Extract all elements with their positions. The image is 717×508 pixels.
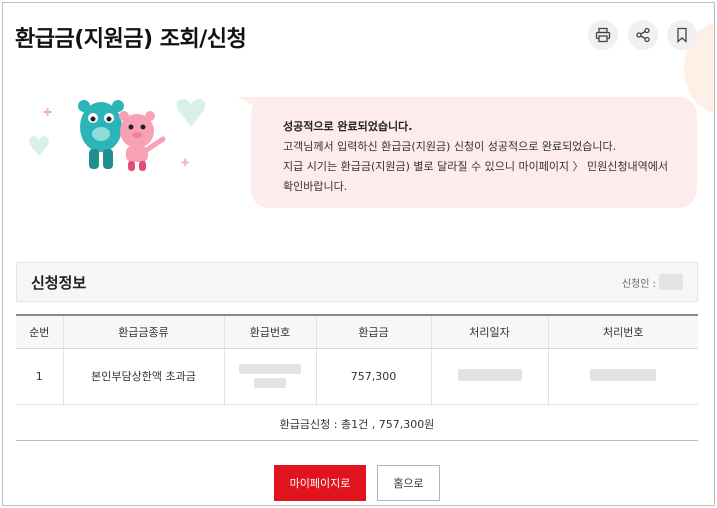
- table-row: 1 본인부담상한액 초과금 757,300: [16, 348, 698, 405]
- column-header: 순번: [16, 314, 63, 349]
- applicant-name-redacted: [659, 274, 683, 290]
- refund-number-redacted: [223, 348, 316, 405]
- printer-icon: [595, 27, 611, 43]
- refund-summary: 환급금신청 : 총1건 , 757,300원: [16, 407, 698, 441]
- success-message-line: 확인바랍니다.: [283, 180, 348, 193]
- processed-date-redacted: [430, 348, 548, 405]
- column-header: 환급금: [315, 314, 431, 349]
- applicant-info: 신청인 :: [622, 274, 683, 290]
- home-button[interactable]: 홈으로: [377, 465, 440, 501]
- column-header: 처리번호: [547, 314, 698, 349]
- column-header: 환급번호: [223, 314, 316, 349]
- share-button[interactable]: [628, 20, 658, 50]
- refund-table: 순번 환급금종류 환급번호 환급금 처리일자 처리번호 1 본인부담상한액 초과…: [16, 314, 698, 405]
- print-button[interactable]: [588, 20, 618, 50]
- page-frame: 환급금(지원금) 조회/신청 ✚ ✚ 성공적으로 완료되었습니다. 고객님께서 …: [2, 2, 715, 506]
- refund-type: 본인부담상한액 초과금: [62, 348, 224, 405]
- success-headline: 성공적으로 완료되었습니다.: [283, 120, 413, 133]
- mypage-button[interactable]: 마이페이지로: [274, 465, 366, 501]
- section-title: 신청정보: [31, 273, 87, 292]
- applicant-label: 신청인 :: [621, 278, 656, 290]
- column-header: 환급금종류: [62, 314, 224, 349]
- success-message-bubble: 성공적으로 완료되었습니다. 고객님께서 입력하신 환급금(지원금) 신청이 성…: [237, 97, 697, 208]
- share-icon: [636, 27, 650, 43]
- success-message-line: 지급 시기는 환급금(지원금) 별로 달라질 수 있으니 마이페이지 〉 민원신…: [283, 160, 669, 173]
- row-number: 1: [16, 348, 63, 405]
- bookmark-button[interactable]: [667, 20, 697, 50]
- column-header: 처리일자: [430, 314, 548, 349]
- bookmark-icon: [677, 27, 687, 43]
- page-title: 환급금(지원금) 조회/신청: [15, 27, 247, 52]
- svg-text:✚: ✚: [43, 106, 52, 119]
- mascot-illustration: ✚ ✚: [29, 98, 206, 171]
- refund-amount: 757,300: [315, 348, 431, 405]
- success-message-line: 고객님께서 입력하신 환급금(지원금) 신청이 성공적으로 완료되었습니다.: [283, 140, 617, 153]
- svg-text:✚: ✚: [181, 158, 189, 169]
- application-info-header: 신청정보 신청인 :: [16, 262, 698, 302]
- processed-number-redacted: [547, 348, 698, 405]
- table-header-row: 순번 환급금종류 환급번호 환급금 처리일자 처리번호: [16, 314, 698, 349]
